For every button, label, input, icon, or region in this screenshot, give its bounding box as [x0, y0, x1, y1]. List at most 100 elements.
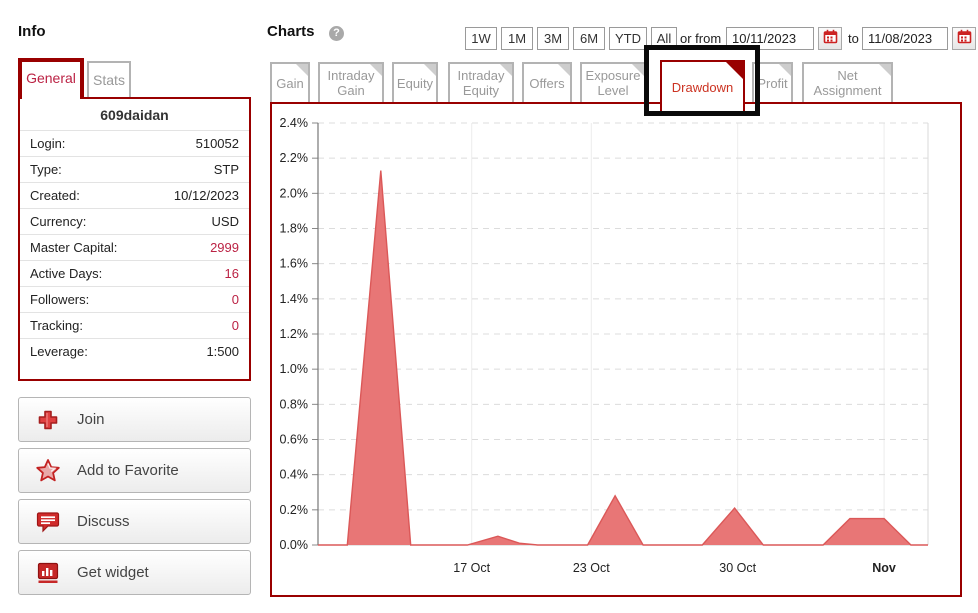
folded-corner-icon — [779, 64, 791, 76]
info-row-label: Leverage: — [30, 344, 88, 359]
chart-tab-gain[interactable]: Gain — [270, 62, 310, 102]
question-mark-icon[interactable]: ? — [329, 26, 344, 41]
action-button-label: Get widget — [77, 564, 149, 581]
plus-icon — [35, 407, 61, 433]
y-tick-label: 1.2% — [280, 327, 309, 341]
info-row: Tracking:0 — [20, 312, 249, 338]
info-row-value: 10/12/2023 — [174, 188, 239, 203]
info-row-value: 0 — [232, 292, 239, 307]
info-row: Active Days: 16 — [20, 260, 249, 286]
folded-corner-icon — [726, 62, 743, 79]
y-tick-label: 0.4% — [280, 468, 309, 482]
chart-tab-label: Drawdown — [672, 80, 733, 95]
x-tick-label: 30 Oct — [719, 561, 756, 575]
chart-tab-label: Offers — [529, 76, 564, 91]
chart-tab-exposure-level[interactable]: Exposure Level — [580, 62, 646, 102]
info-row-label: Login: — [30, 136, 65, 151]
info-row: Followers: 0 — [20, 286, 249, 312]
y-tick-label: 1.8% — [280, 222, 309, 236]
from-date-input[interactable] — [726, 27, 814, 50]
range-button-ytd[interactable]: YTD — [609, 27, 647, 50]
info-row: Leverage: 1:500 — [20, 338, 249, 364]
folded-corner-icon — [424, 64, 436, 76]
add-to-favorite-button[interactable]: Add to Favorite — [18, 448, 251, 493]
info-section-title: Info — [18, 23, 46, 40]
y-tick-label: 1.4% — [280, 292, 309, 306]
speech-bubble-icon — [35, 509, 61, 535]
info-row-label: Type: — [30, 162, 62, 177]
action-button-label: Add to Favorite — [77, 462, 179, 479]
info-row: Login: 510052 — [20, 130, 249, 156]
folded-corner-icon — [879, 64, 891, 76]
folded-corner-icon — [558, 64, 570, 76]
info-row: Currency: USD — [20, 208, 249, 234]
y-tick-label: 1.6% — [280, 257, 309, 271]
y-tick-label: 0.6% — [280, 433, 309, 447]
calendar-icon — [823, 29, 838, 49]
info-row-label: Master Capital: — [30, 240, 117, 255]
y-tick-label: 1.0% — [280, 362, 309, 376]
y-tick-label: 2.4% — [280, 116, 309, 130]
discuss-button[interactable]: Discuss — [18, 499, 251, 544]
action-button-label: Join — [77, 411, 105, 428]
info-row-label: Active Days: — [30, 266, 102, 281]
y-tick-label: 0.0% — [280, 538, 309, 552]
tab-stats[interactable]: Stats — [87, 61, 131, 99]
get-widget-button[interactable]: Get widget — [18, 550, 251, 595]
from-calendar-button[interactable] — [818, 27, 842, 50]
info-row-value: 510052 — [196, 136, 239, 151]
join-button[interactable]: Join — [18, 397, 251, 442]
info-row-value: USD — [212, 214, 239, 229]
to-date-input[interactable] — [862, 27, 948, 50]
drawdown-series-outline — [318, 171, 928, 546]
chart-tab-offers[interactable]: Offers — [522, 62, 572, 102]
chart-tab-equity[interactable]: Equity — [392, 62, 438, 102]
y-tick-label: 0.2% — [280, 503, 309, 517]
info-row: Type: STP — [20, 156, 249, 182]
info-row-label: Tracking: — [30, 318, 83, 333]
chart-tab-label: Equity — [397, 76, 433, 91]
calendar-icon — [957, 29, 972, 49]
folded-corner-icon — [370, 64, 382, 76]
tab-general[interactable]: General — [18, 58, 84, 99]
folded-corner-icon — [632, 64, 644, 76]
chart-tab-label: Gain — [276, 76, 303, 91]
info-row-label: Followers: — [30, 292, 89, 307]
to-calendar-button[interactable] — [952, 27, 976, 50]
range-button-1m[interactable]: 1M — [501, 27, 533, 50]
info-row-value: STP — [214, 162, 239, 177]
info-row: Created: 10/12/2023 — [20, 182, 249, 208]
action-button-label: Discuss — [77, 513, 130, 530]
drawdown-area-series — [318, 171, 928, 546]
x-tick-label: Nov — [872, 561, 896, 575]
x-tick-label: 17 Oct — [453, 561, 490, 575]
chart-tab-drawdown[interactable]: Drawdown — [660, 60, 745, 112]
range-button-6m[interactable]: 6M — [573, 27, 605, 50]
account-info-panel: 609daidan Login: 510052 Type: STP Created: 10… — [18, 97, 251, 381]
y-tick-label: 2.0% — [280, 186, 309, 200]
info-row: Master Capital: 2999 — [20, 234, 249, 260]
chart-tab-intraday-equity[interactable]: Intraday Equity — [448, 62, 514, 102]
info-row-value: 16 — [225, 266, 239, 281]
info-row-value: 1:500 — [206, 344, 239, 359]
range-button-1w[interactable]: 1W — [465, 27, 497, 50]
charts-section-title: Charts — [267, 23, 315, 40]
info-row-label: Currency: — [30, 214, 86, 229]
info-row-value: 2999 — [210, 240, 239, 255]
range-button-3m[interactable]: 3M — [537, 27, 569, 50]
widget-chart-icon — [35, 560, 61, 586]
chart-tab-net-assignment[interactable]: Net Assignment — [802, 62, 893, 102]
page: Info General Stats 609daidan Login: 51005… — [0, 0, 978, 613]
chart-tab-profit[interactable]: Profit — [752, 62, 793, 102]
info-row-label: Created: — [30, 188, 80, 203]
or-from-label: or from — [680, 31, 721, 46]
star-icon — [35, 458, 61, 484]
to-label: to — [848, 31, 859, 46]
folded-corner-icon — [500, 64, 512, 76]
account-info-rows: Login: 510052 Type: STP Created: 10/12/2023 Cu… — [20, 130, 249, 364]
range-button-all[interactable]: All — [651, 27, 677, 50]
drawdown-area-chart: 0.0% 0.2% 0.4% 0.6% 0.8% 1.0% 1.2% 1.4% 1.6% 1.8%… — [272, 104, 960, 595]
chart-tab-intraday-gain[interactable]: Intraday Gain — [318, 62, 384, 102]
y-tick-label: 0.8% — [280, 397, 309, 411]
account-name: 609daidan — [20, 99, 249, 130]
